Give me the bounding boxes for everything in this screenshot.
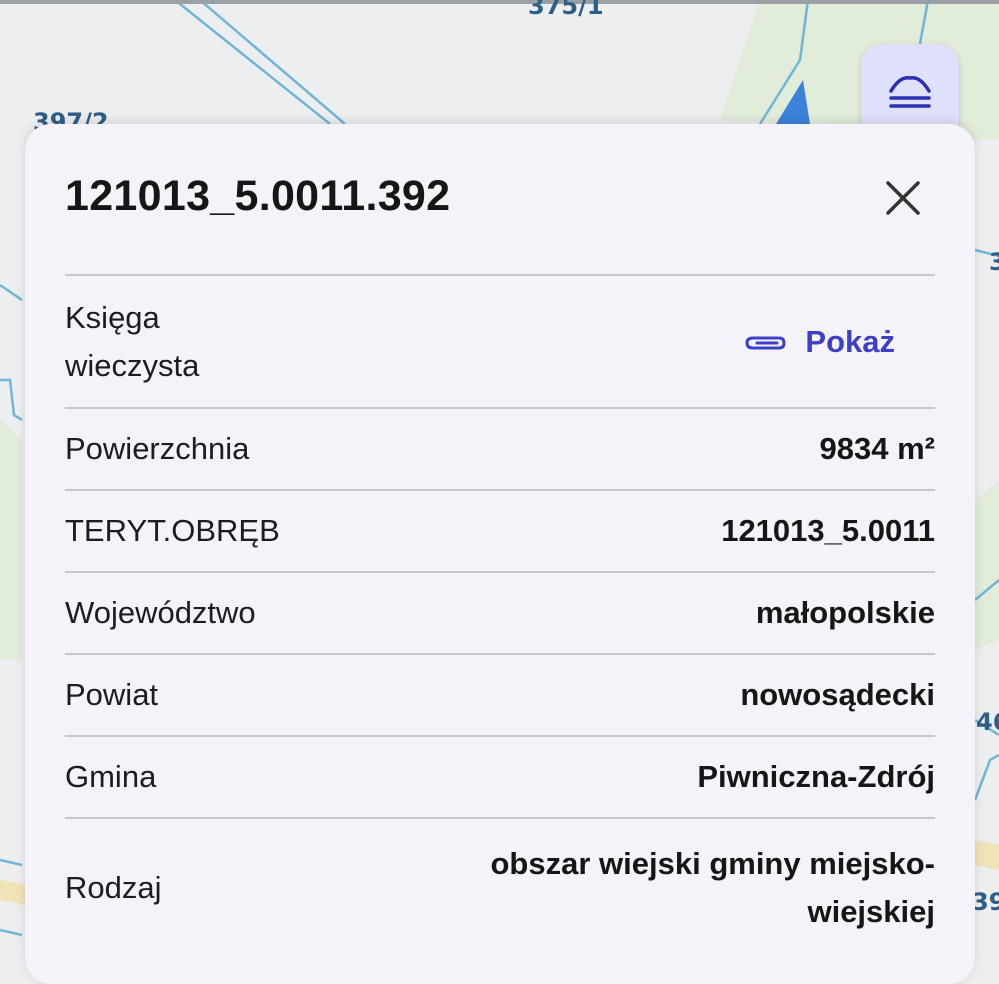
detail-label: Rodzaj: [65, 870, 162, 905]
detail-value: 121013_5.0011: [721, 513, 935, 548]
close-button[interactable]: [881, 176, 925, 220]
show-land-register-link[interactable]: Pokaż: [743, 324, 895, 360]
close-icon: [886, 181, 920, 215]
detail-row-ksiega: Księga wieczysta Pokaż: [65, 274, 935, 407]
detail-row-commune: Gmina Piwniczna-Zdrój: [65, 735, 935, 817]
map-parcel-label: 3: [989, 248, 999, 276]
detail-value: nowosądecki: [740, 677, 935, 712]
detail-label: Województwo: [65, 595, 256, 630]
detail-row-area: Powierzchnia 9834 m²: [65, 407, 935, 489]
parcel-details-panel: 121013_5.0011.392 Księga wieczysta Pokaż…: [25, 124, 975, 984]
detail-label: Gmina: [65, 759, 157, 794]
map-parcel-label: 46: [976, 708, 999, 736]
detail-row-voivodeship: Województwo małopolskie: [65, 571, 935, 653]
parcel-title: 121013_5.0011.392: [65, 172, 451, 220]
detail-value: małopolskie: [755, 595, 935, 630]
map-parcel-label: 375/1: [528, 0, 604, 20]
detail-label: TERYT.OBRĘB: [65, 513, 280, 548]
detail-row-county: Powiat nowosądecki: [65, 653, 935, 735]
detail-value: Piwniczna-Zdrój: [697, 759, 935, 794]
detail-label: Powierzchnia: [65, 431, 250, 466]
map-parcel-label: 39: [972, 888, 999, 916]
detail-label: Powiat: [65, 677, 159, 712]
show-link-label: Pokaż: [805, 323, 895, 359]
detail-label: Księga wieczysta: [65, 299, 200, 383]
paperclip-icon: [745, 336, 786, 349]
detail-value: obszar wiejski gminy miejsko-wiejskiej: [490, 846, 936, 929]
layers-icon: [889, 76, 931, 108]
detail-row-teryt: TERYT.OBRĘB 121013_5.0011: [65, 489, 935, 571]
detail-value: 9834 m²: [819, 431, 935, 466]
detail-row-type: Rodzaj obszar wiejski gminy miejsko-wiej…: [65, 817, 935, 957]
details-list: Księga wieczysta Pokaż Powierzchnia 9834…: [65, 274, 935, 957]
